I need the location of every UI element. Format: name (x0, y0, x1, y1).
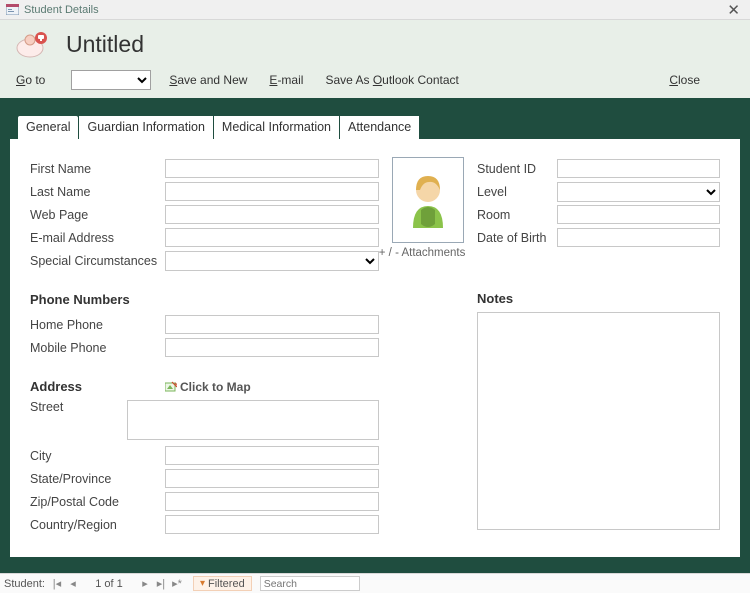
label-first-name: First Name (30, 162, 165, 176)
notes-field[interactable] (477, 312, 720, 530)
label-home-phone: Home Phone (30, 318, 165, 332)
email-command[interactable]: E-mail (269, 73, 303, 87)
tab-medical-information[interactable]: Medical Information (214, 116, 339, 139)
window-title: Student Details (24, 4, 99, 16)
recnav-label: Student: (4, 578, 45, 590)
date-of-birth-field[interactable] (557, 228, 720, 247)
page-title: Untitled (66, 31, 144, 58)
attachments-label: + / - Attachments (379, 247, 477, 259)
zip-postal-code-field[interactable] (165, 492, 379, 511)
form-background: General Guardian Information Medical Inf… (0, 98, 750, 573)
label-city: City (30, 449, 165, 463)
save-and-new-command[interactable]: Save and New (169, 73, 247, 87)
click-to-map-link[interactable]: Click to Map (165, 380, 251, 394)
label-level: Level (477, 185, 557, 199)
titlebar: Student Details ✕ (0, 0, 750, 20)
label-web-page: Web Page (30, 208, 165, 222)
label-zip: Zip/Postal Code (30, 495, 165, 509)
funnel-icon: ▾ (200, 578, 205, 589)
label-state: State/Province (30, 472, 165, 486)
section-notes: Notes (477, 291, 720, 306)
home-phone-field[interactable] (165, 315, 379, 334)
recnav-last-button[interactable]: ▸| (153, 577, 169, 590)
label-country: Country/Region (30, 518, 165, 532)
email-field[interactable] (165, 228, 379, 247)
tab-page-general: First Name Last Name Web Page E-mail Add… (10, 139, 740, 557)
country-region-field[interactable] (165, 515, 379, 534)
label-last-name: Last Name (30, 185, 165, 199)
close-command[interactable]: Close (669, 73, 700, 87)
tab-general[interactable]: General (18, 116, 78, 139)
recnav-next-button[interactable]: ▸ (137, 577, 153, 590)
room-field[interactable] (557, 205, 720, 224)
form-header: Untitled Go to Save and New E-mail Save … (0, 20, 750, 98)
section-address: Address (30, 379, 165, 394)
label-email: E-mail Address (30, 231, 165, 245)
label-room: Room (477, 208, 557, 222)
street-field[interactable] (127, 400, 379, 440)
label-street: Street (30, 400, 127, 414)
label-special-circumstances: Special Circumstances (30, 254, 165, 268)
label-dob: Date of Birth (477, 231, 557, 245)
first-name-field[interactable] (165, 159, 379, 178)
recnav-search-input[interactable] (260, 576, 360, 591)
recnav-position: 1 of 1 (81, 578, 137, 590)
goto-select[interactable] (71, 70, 151, 90)
save-as-outlook-command[interactable]: Save As Outlook Contact (325, 73, 458, 87)
window-close-button[interactable]: ✕ (723, 1, 744, 19)
state-province-field[interactable] (165, 469, 379, 488)
tabstrip: General Guardian Information Medical Inf… (18, 116, 742, 139)
student-id-field[interactable] (557, 159, 720, 178)
student-photo-attachment[interactable] (392, 157, 464, 243)
recnav-prev-button[interactable]: ◂ (65, 577, 81, 590)
city-field[interactable] (165, 446, 379, 465)
goto-command: Go to (16, 73, 45, 87)
web-page-field[interactable] (165, 205, 379, 224)
recnav-first-button[interactable]: |◂ (49, 577, 65, 590)
recnav-filtered-indicator[interactable]: ▾ Filtered (193, 576, 252, 591)
mobile-phone-field[interactable] (165, 338, 379, 357)
person-placeholder-icon (403, 168, 453, 232)
student-header-icon (16, 30, 52, 58)
label-mobile-phone: Mobile Phone (30, 341, 165, 355)
tab-guardian-information[interactable]: Guardian Information (79, 116, 212, 139)
label-student-id: Student ID (477, 162, 557, 176)
form-icon (6, 4, 19, 15)
recnav-new-button[interactable]: ▸* (169, 577, 185, 590)
last-name-field[interactable] (165, 182, 379, 201)
command-bar: Go to Save and New E-mail Save As Outloo… (16, 70, 734, 90)
record-navigator: Student: |◂ ◂ 1 of 1 ▸ ▸| ▸* ▾ Filtered (0, 573, 750, 593)
special-circumstances-select[interactable] (165, 251, 379, 271)
section-phone-numbers: Phone Numbers (30, 292, 379, 307)
tab-attendance[interactable]: Attendance (340, 116, 419, 139)
map-icon (165, 381, 177, 393)
level-select[interactable] (557, 182, 720, 202)
